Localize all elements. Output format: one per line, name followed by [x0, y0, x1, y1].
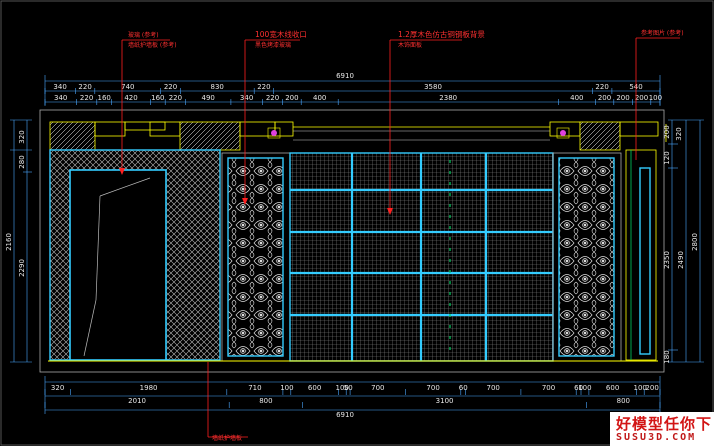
dimension-label: 220 — [78, 83, 91, 91]
right-dim-1: 320 — [675, 127, 683, 140]
bottom-dimensions — [44, 376, 661, 414]
dimension-label: 50 — [344, 384, 353, 392]
dimension-label: 160 — [98, 94, 111, 102]
left-dim-2: 280 — [18, 155, 26, 168]
dimension-label: 220 — [164, 83, 177, 91]
dimension-label: 700 — [371, 384, 384, 392]
dimension-label: 490 — [202, 94, 215, 102]
watermark-slogan: 好模型任你下 — [616, 415, 713, 433]
top-total-dimension: 6910 — [336, 72, 354, 80]
dimension-label: 420 — [124, 94, 137, 102]
right-side-column — [625, 124, 667, 361]
dimension-label: 2010 — [128, 397, 146, 405]
dimension-label: 600 — [606, 384, 619, 392]
dimension-label: 3100 — [436, 397, 454, 405]
dimension-label: 320 — [51, 384, 64, 392]
annotation-reference-image: 参考图片 (参考) — [641, 29, 684, 37]
dimension-label: 220 — [595, 83, 608, 91]
annotation-steel-plate: 1.2厚木色仿古铜钢板背景 — [398, 29, 485, 39]
dimension-label: 200 — [645, 384, 658, 392]
left-ornament-panel — [221, 152, 291, 362]
right-dim-2: 200 — [663, 125, 671, 138]
dimension-label: 200 — [635, 94, 648, 102]
right-dim-7: 180 — [663, 350, 671, 363]
sconce-icon — [556, 127, 570, 139]
dimension-label: 740 — [121, 83, 134, 91]
dimension-label: 700 — [542, 384, 555, 392]
dimension-label: 340 — [53, 83, 66, 91]
sconce-icon — [267, 127, 281, 139]
dimension-label: 830 — [211, 83, 224, 91]
bottom-total-dimension: 6910 — [336, 411, 354, 419]
dimension-label: 200 — [598, 94, 611, 102]
dimension-label: 710 — [248, 384, 261, 392]
dimension-label: 220 — [266, 94, 279, 102]
left-dim-4: 2290 — [18, 259, 26, 277]
annotation-wallpaper-panel: 墙纸护墙板 (参考) — [128, 41, 177, 49]
dimension-label: 800 — [617, 397, 630, 405]
dimension-label: 200 — [285, 94, 298, 102]
dimension-label: 220 — [169, 94, 182, 102]
dimension-label: 160 — [151, 94, 164, 102]
dimension-label: 340 — [240, 94, 253, 102]
dimension-label: 340 — [54, 94, 67, 102]
right-ornament-panel — [552, 152, 622, 362]
dimension-label: 800 — [259, 397, 272, 405]
right-dim-4: 2350 — [663, 251, 671, 269]
dimension-label: 600 — [308, 384, 321, 392]
annotation-bottom-wallpaper: 墙纸护墙板 — [212, 434, 242, 442]
top-moulding — [49, 121, 659, 151]
dimension-label: 100 — [280, 384, 293, 392]
dimension-label: 1980 — [140, 384, 158, 392]
dimension-label: 220 — [257, 83, 270, 91]
dimension-label: 100 — [649, 94, 662, 102]
dimension-label: 220 — [80, 94, 93, 102]
left-dim-3: 2160 — [5, 233, 13, 251]
cad-drawing-viewport[interactable]: 6910 340 220 740 220 830 220 3580 220 540 340 220… — [0, 0, 714, 446]
right-dim-3: 120 — [663, 151, 671, 164]
door-opening — [69, 169, 167, 361]
annotation-wood-veneer: 木饰面板 — [398, 41, 422, 49]
annotation-black-glass: 黑色烤漆玻璃 — [255, 41, 291, 49]
right-dim-5: 2490 — [677, 251, 685, 269]
dimension-label: 3580 — [424, 83, 442, 91]
watermark-logo: 好模型任你下 SUSU3D.COM — [610, 412, 714, 446]
dimension-label: 700 — [487, 384, 500, 392]
dimension-label: 60 — [459, 384, 468, 392]
dimension-label: 200 — [616, 94, 629, 102]
dimension-label: 400 — [570, 94, 583, 102]
dimension-label: 2380 — [439, 94, 457, 102]
left-dim-1: 320 — [18, 130, 26, 143]
watermark-domain: SUSU3D.COM — [616, 432, 697, 443]
annotation-wood-trim: 100宽木线收口 — [255, 29, 307, 39]
dimension-label: 700 — [426, 384, 439, 392]
dimension-label: 400 — [313, 94, 326, 102]
right-dim-6: 2800 — [691, 233, 699, 251]
annotation-glass: 玻璃 (参考) — [128, 31, 159, 39]
dimension-label: 100 — [578, 384, 591, 392]
elevation-drawing[interactable]: 6910 340 220 740 220 830 220 3580 220 540 340 220… — [0, 0, 714, 446]
central-grid-panel — [289, 152, 554, 362]
